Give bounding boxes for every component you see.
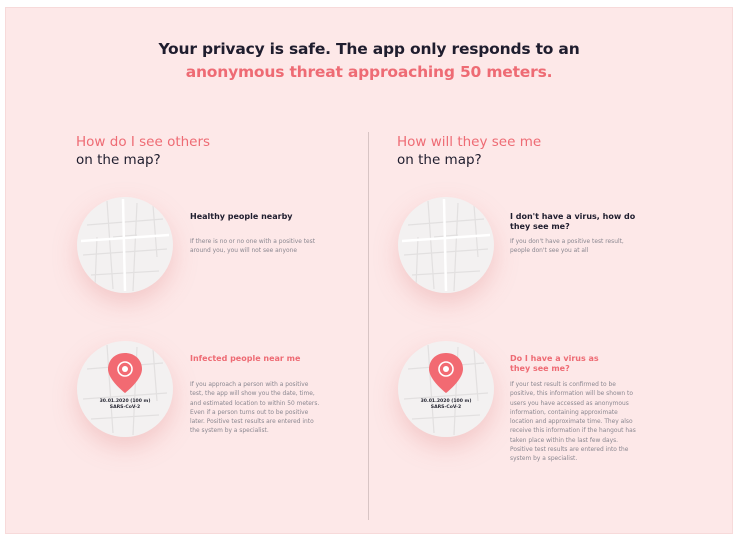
card-title-infected: Infected people near me — [190, 354, 301, 363]
card-text-no-virus: If you don't have a positive test result… — [510, 239, 624, 255]
card-text-have-virus: If your test result is confirmed to be p… — [510, 382, 636, 463]
location-pin-icon — [429, 353, 463, 393]
pin-virus-label: SARS-CoV-2 — [430, 405, 462, 410]
left-heading-rest: on the map? — [76, 152, 161, 168]
headline-line1: Your privacy is safe. The app only respo… — [158, 40, 580, 58]
right-heading-accent: How will they see me — [397, 134, 542, 150]
location-pin-icon — [108, 353, 142, 393]
map-icon: 30.01.2020 (100 m) SARS-CoV-2 — [398, 341, 494, 437]
card-title-no-virus: I don't have a virus, how do they see me… — [510, 212, 636, 231]
pin-virus-label: SARS-CoV-2 — [109, 405, 141, 410]
map-icon: 30.01.2020 (100 m) SARS-CoV-2 — [77, 341, 173, 437]
right-heading-rest: on the map? — [397, 152, 482, 168]
column-divider — [368, 132, 369, 520]
left-column-heading: How do I see others on the map? — [76, 133, 210, 169]
card-title-have-virus: Do I have a virus as they see me? — [510, 354, 599, 373]
map-icon — [77, 197, 173, 293]
right-column-heading: How will they see me on the map? — [397, 133, 541, 169]
headline: Your privacy is safe. The app only respo… — [6, 38, 732, 84]
card-text-infected: If you approach a person with a positive… — [190, 382, 320, 435]
map-icon — [398, 197, 494, 293]
left-heading-accent: How do I see others — [76, 134, 211, 150]
headline-highlight: anonymous threat approaching 50 meters. — [185, 63, 553, 81]
info-section: Your privacy is safe. The app only respo… — [6, 8, 732, 533]
card-title-healthy: Healthy people nearby — [190, 212, 293, 221]
card-text-healthy: If there is no or no one with a positive… — [190, 239, 316, 255]
